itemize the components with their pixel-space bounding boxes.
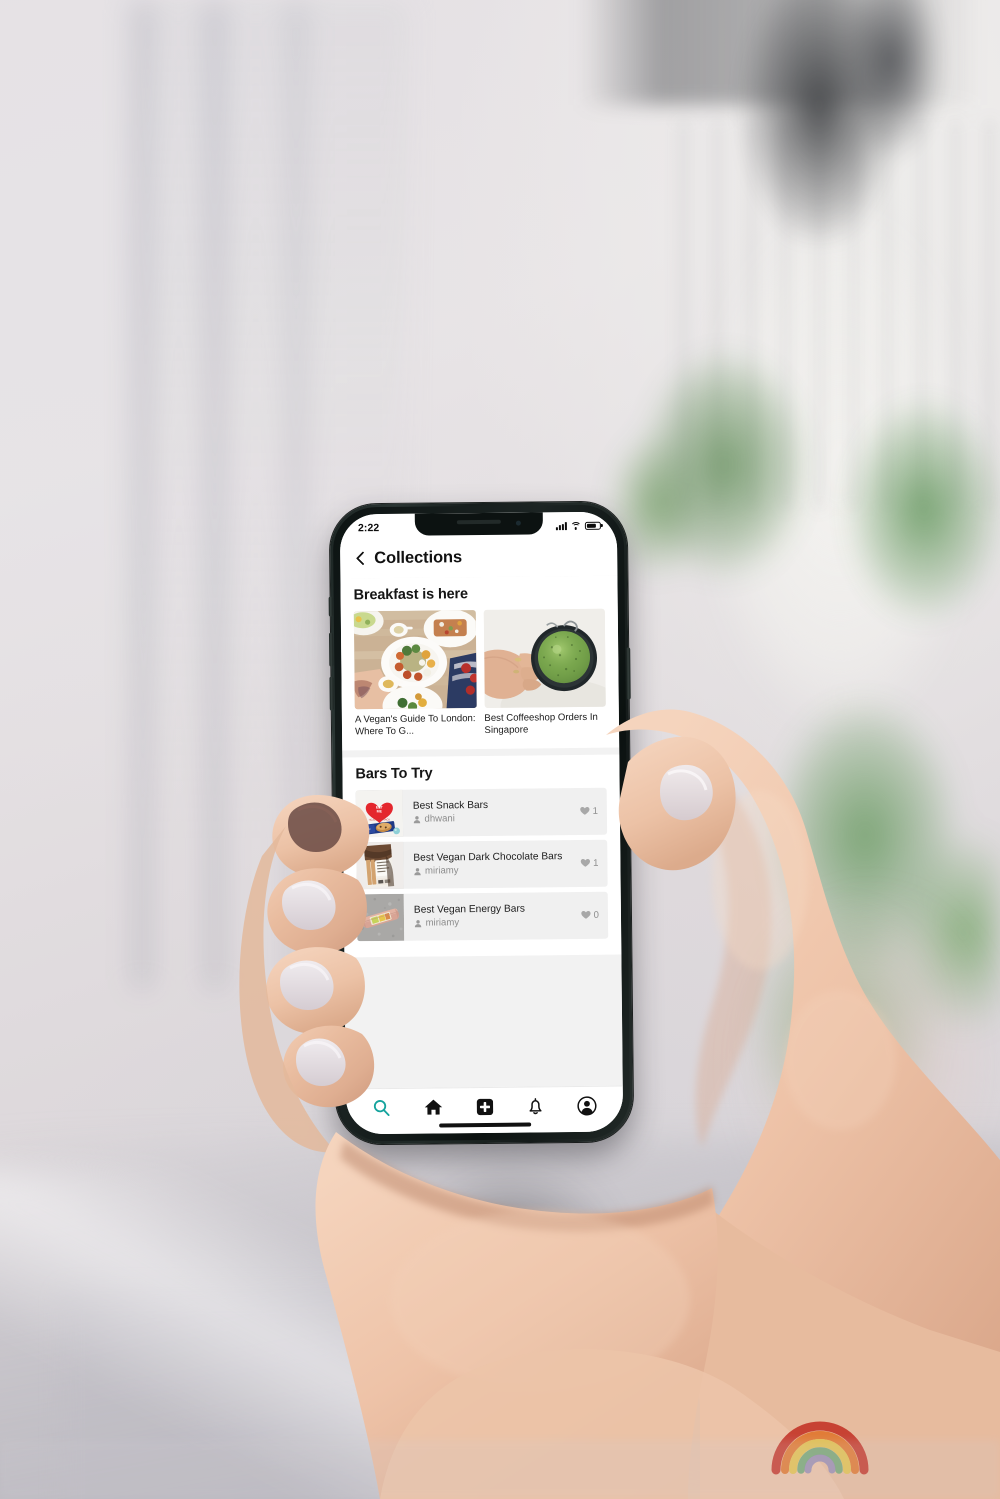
hand-holding-phone xyxy=(0,709,1000,1499)
thumb xyxy=(302,1059,426,1186)
